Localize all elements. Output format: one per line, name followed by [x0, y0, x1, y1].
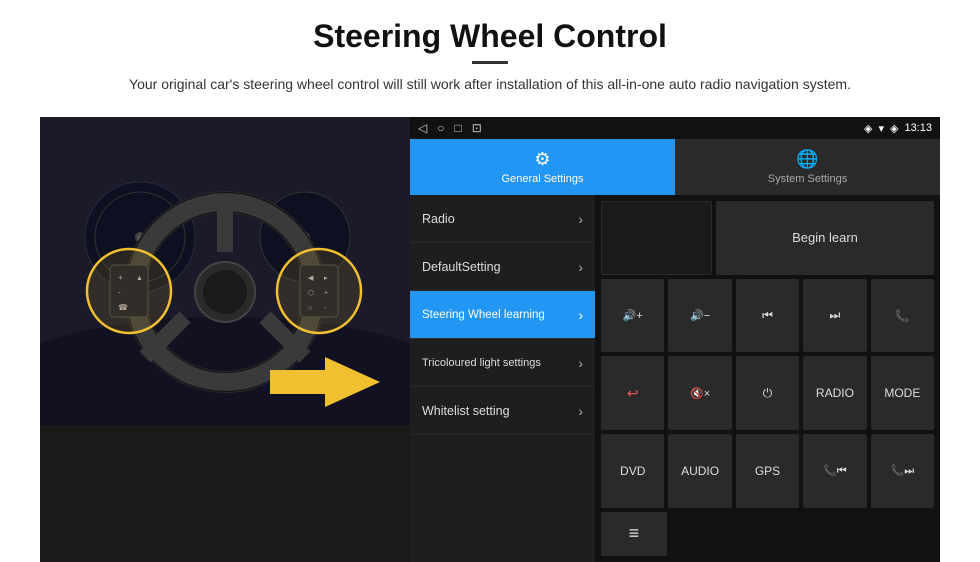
dvd-button[interactable]: DVD: [601, 434, 664, 508]
tab-system-label: System Settings: [768, 173, 847, 185]
vol-up-button[interactable]: 🔊+: [601, 279, 664, 353]
phone-next-button[interactable]: 📞⏭: [871, 434, 934, 508]
mute-icon: 🔇×: [690, 387, 710, 400]
chevron-icon: ›: [578, 259, 583, 275]
screenshot-icon[interactable]: ⊡: [472, 121, 482, 135]
menu-item-radio[interactable]: Radio ›: [410, 195, 595, 243]
begin-learn-label: Begin learn: [792, 230, 858, 245]
left-menu: Radio › DefaultSetting › Steering Wheel …: [410, 195, 595, 562]
mode-label: MODE: [884, 386, 920, 400]
vol-down-icon: 🔊−: [690, 309, 710, 322]
radio-button[interactable]: RADIO: [803, 356, 866, 430]
tab-general-label: General Settings: [502, 173, 584, 185]
mode-button[interactable]: MODE: [871, 356, 934, 430]
grid-row-2: 🔊+ 🔊− ⏮ ⏭ 📞: [601, 279, 934, 353]
menu-default-label: DefaultSetting: [422, 260, 501, 274]
tab-bar: ⚙ General Settings 🌐 System Settings: [410, 139, 940, 195]
grid-row-4: DVD AUDIO GPS 📞⏮ 📞⏭: [601, 434, 934, 508]
prev-track-icon: ⏮: [762, 308, 773, 323]
menu-radio-label: Radio: [422, 212, 455, 226]
tab-system-settings[interactable]: 🌐 System Settings: [675, 139, 940, 195]
globe-icon: 🌐: [796, 149, 818, 170]
title-section: Steering Wheel Control Your original car…: [40, 18, 940, 109]
location-icon: ◈: [864, 122, 872, 135]
menu-whitelist-label: Whitelist setting: [422, 404, 510, 418]
phone-button[interactable]: 📞: [871, 279, 934, 353]
audio-button[interactable]: AUDIO: [668, 434, 731, 508]
title-divider: [472, 61, 508, 64]
recent-nav-icon[interactable]: □: [454, 121, 461, 135]
next-track-icon: ⏭: [830, 308, 841, 323]
vol-down-button[interactable]: 🔊−: [668, 279, 731, 353]
grid-row-5: ≡: [601, 512, 934, 556]
tab-general-settings[interactable]: ⚙ General Settings: [410, 139, 675, 195]
chevron-icon: ›: [578, 403, 583, 419]
phone-next-icon: 📞⏭: [891, 464, 915, 478]
main-panel: Radio › DefaultSetting › Steering Wheel …: [410, 195, 940, 562]
menu-item-default-setting[interactable]: DefaultSetting ›: [410, 243, 595, 291]
menu-tricoloured-label: Tricoloured light settings: [422, 357, 541, 369]
status-bar-right: ◈ ▾ ◈ 13:13: [864, 122, 932, 135]
chevron-icon: ›: [578, 307, 583, 323]
next-track-button[interactable]: ⏭: [803, 279, 866, 353]
signal-icon: ▾: [878, 122, 884, 135]
grid-empty-row5: [671, 512, 934, 556]
back-nav-icon[interactable]: ◁: [418, 121, 427, 135]
phone-prev-icon: 📞⏮: [823, 464, 847, 478]
gear-icon: ⚙: [534, 149, 550, 170]
audio-label: AUDIO: [681, 464, 719, 478]
power-icon: ⏻: [763, 386, 773, 401]
radio-label: RADIO: [816, 386, 854, 400]
menu-item-whitelist[interactable]: Whitelist setting ›: [410, 387, 595, 435]
menu-item-tricoloured[interactable]: Tricoloured light settings ›: [410, 339, 595, 387]
menu-grid-button[interactable]: ≡: [601, 512, 667, 556]
dvd-label: DVD: [620, 464, 645, 478]
content-area: 0 + ▲ - ☎: [40, 117, 940, 562]
car-image-area: 0 + ▲ - ☎: [40, 117, 410, 562]
status-bar-left: ◁ ○ □ ⊡: [418, 121, 482, 135]
mute-button[interactable]: 🔇×: [668, 356, 731, 430]
phone-icon: 📞: [895, 309, 910, 323]
gps-label: GPS: [755, 464, 780, 478]
wifi-icon: ◈: [890, 122, 898, 135]
grid-empty-1: [601, 201, 712, 275]
gps-button[interactable]: GPS: [736, 434, 799, 508]
grid-row-1: Begin learn: [601, 201, 934, 275]
android-ui: ◁ ○ □ ⊡ ◈ ▾ ◈ 13:13 ⚙ General Settings: [410, 117, 940, 562]
steering-wheel-image: 0 + ▲ - ☎: [40, 117, 410, 425]
prev-track-button[interactable]: ⏮: [736, 279, 799, 353]
hangup-icon: ↩: [627, 385, 639, 402]
power-button[interactable]: ⏻: [736, 356, 799, 430]
menu-grid-icon: ≡: [629, 523, 640, 544]
phone-prev-button[interactable]: 📞⏮: [803, 434, 866, 508]
chevron-icon: ›: [578, 211, 583, 227]
hangup-button[interactable]: ↩: [601, 356, 664, 430]
page-title: Steering Wheel Control: [40, 18, 940, 55]
home-nav-icon[interactable]: ○: [437, 121, 444, 135]
chevron-icon: ›: [578, 355, 583, 371]
subtitle: Your original car's steering wheel contr…: [40, 74, 940, 95]
right-grid: Begin learn 🔊+ 🔊− ⏮: [595, 195, 940, 562]
begin-learn-button[interactable]: Begin learn: [716, 201, 934, 275]
status-time: 13:13: [904, 122, 932, 134]
vol-up-icon: 🔊+: [623, 309, 643, 322]
status-bar: ◁ ○ □ ⊡ ◈ ▾ ◈ 13:13: [410, 117, 940, 139]
grid-row-3: ↩ 🔇× ⏻ RADIO MODE: [601, 356, 934, 430]
menu-steering-label: Steering Wheel learning: [422, 309, 545, 321]
menu-item-steering-wheel[interactable]: Steering Wheel learning ›: [410, 291, 595, 339]
